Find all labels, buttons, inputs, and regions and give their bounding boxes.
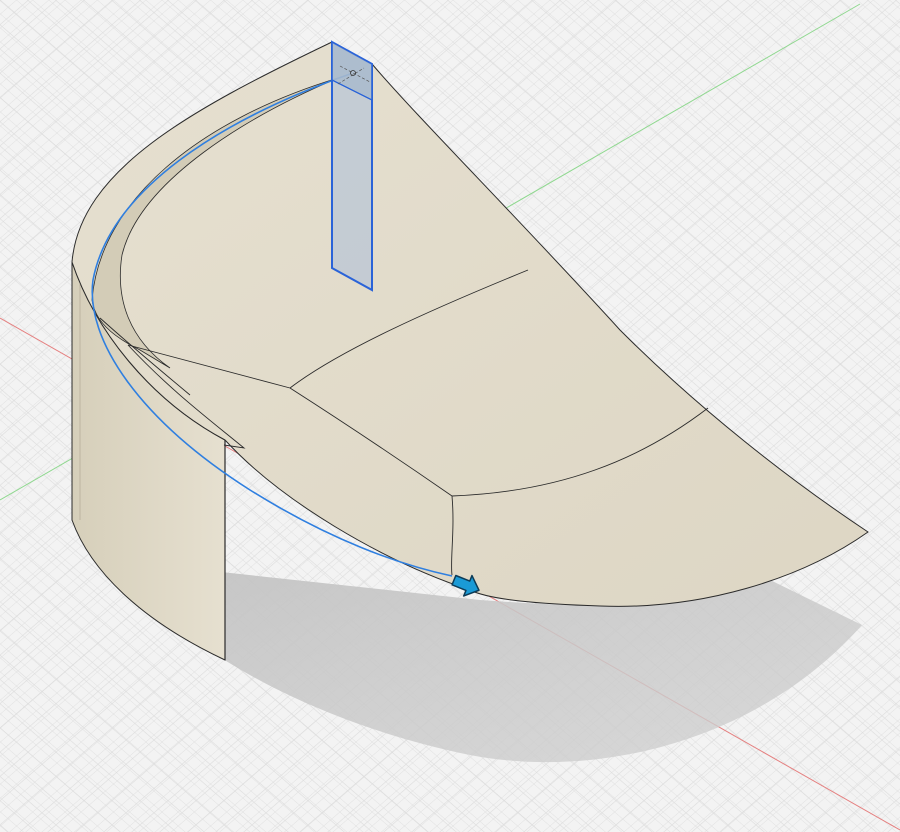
- 3d-viewport[interactable]: [0, 0, 900, 832]
- viewport-canvas[interactable]: [0, 0, 900, 832]
- sweep-profile[interactable]: [331, 40, 373, 292]
